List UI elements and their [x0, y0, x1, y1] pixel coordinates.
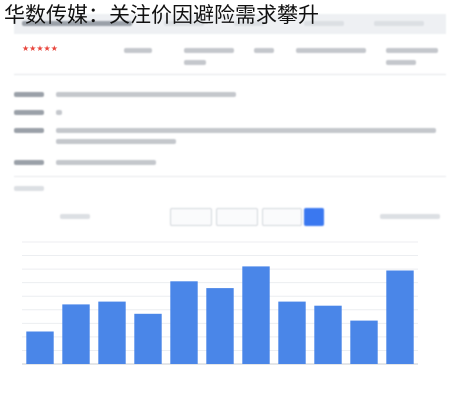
divider [14, 176, 446, 177]
chart-bar [278, 301, 306, 364]
placeholder-text [14, 92, 44, 97]
placeholder-text [60, 214, 90, 219]
placeholder-text [254, 48, 274, 53]
placeholder-text [56, 92, 236, 97]
chart-bar [206, 288, 234, 364]
chart-bar [62, 304, 90, 364]
placeholder-text [14, 128, 44, 133]
chart-bar [26, 331, 54, 364]
placeholder-text [124, 48, 152, 53]
placeholder-text [14, 186, 44, 191]
chart-bar [350, 320, 378, 364]
chart-bar [170, 281, 198, 364]
placeholder-text [56, 160, 156, 165]
placeholder-text [296, 48, 366, 53]
toolbar-option [262, 208, 302, 226]
rating-stars: ★★★★★ [22, 44, 58, 53]
placeholder-text [386, 48, 438, 53]
chart-bar [98, 301, 126, 364]
placeholder-text [374, 21, 424, 26]
toolbar-option [216, 208, 258, 226]
placeholder-text [56, 110, 62, 115]
placeholder-text [14, 110, 44, 115]
bar-chart [22, 241, 418, 365]
toolbar-option [170, 208, 212, 226]
chart-bar [386, 270, 414, 364]
page-title: 华数传媒：关注价因避险需求攀升 [4, 4, 319, 27]
chart-bars [26, 266, 414, 364]
placeholder-text [14, 160, 44, 165]
chart-bar [134, 313, 162, 364]
placeholder-text [184, 48, 234, 53]
chart-bar [314, 305, 342, 364]
placeholder-text [184, 60, 206, 65]
chart-bar [242, 266, 270, 364]
placeholder-text [386, 60, 416, 65]
toolbar-option-active [304, 208, 324, 226]
table-row [14, 40, 446, 75]
placeholder-text [56, 128, 436, 133]
placeholder-text [380, 214, 440, 219]
placeholder-text [56, 139, 176, 144]
